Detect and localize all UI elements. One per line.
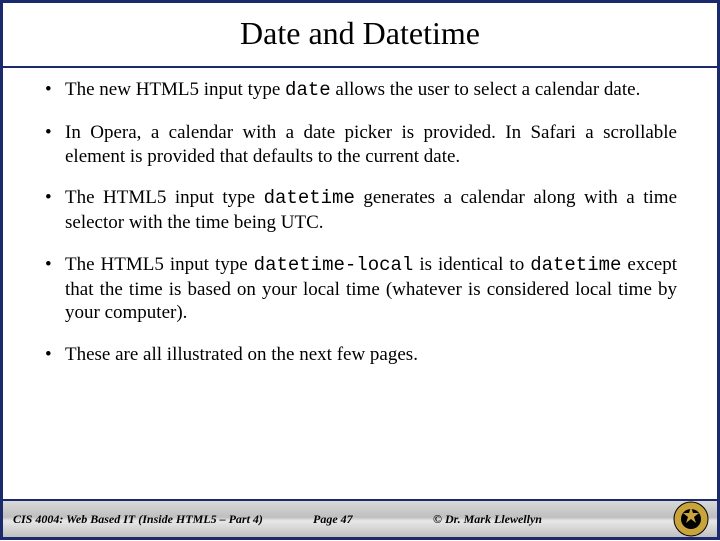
bullet-text: is identical to (413, 254, 530, 275)
footer-page: Page 47 (313, 512, 433, 527)
slide-content: The new HTML5 input type date allows the… (3, 68, 717, 499)
footer-course: CIS 4004: Web Based IT (Inside HTML5 – P… (13, 512, 313, 527)
list-item: The HTML5 input type datetime-local is i… (43, 253, 677, 325)
list-item: In Opera, a calendar with a date picker … (43, 121, 677, 169)
slide-title: Date and Datetime (3, 3, 717, 68)
bullet-text: The HTML5 input type (65, 187, 264, 208)
list-item: These are all illustrated on the next fe… (43, 343, 677, 367)
bullet-text: allows the user to select a calendar dat… (331, 79, 641, 100)
code-text: datetime (530, 254, 621, 276)
code-text: date (285, 79, 331, 101)
list-item: The new HTML5 input type date allows the… (43, 78, 677, 103)
ucf-logo-icon (673, 501, 709, 537)
bullet-text: The HTML5 input type (65, 254, 254, 275)
bullet-text: These are all illustrated on the next fe… (65, 344, 418, 365)
list-item: The HTML5 input type datetime generates … (43, 186, 677, 235)
code-text: datetime (264, 187, 355, 209)
code-text: datetime-local (254, 254, 414, 276)
footer-copyright: © Dr. Mark Llewellyn (433, 512, 613, 527)
bullet-text: In Opera, a calendar with a date picker … (65, 122, 677, 167)
slide-footer: CIS 4004: Web Based IT (Inside HTML5 – P… (3, 499, 717, 537)
slide: Date and Datetime The new HTML5 input ty… (0, 0, 720, 540)
bullet-text: The new HTML5 input type (65, 79, 285, 100)
bullet-list: The new HTML5 input type date allows the… (43, 78, 677, 367)
